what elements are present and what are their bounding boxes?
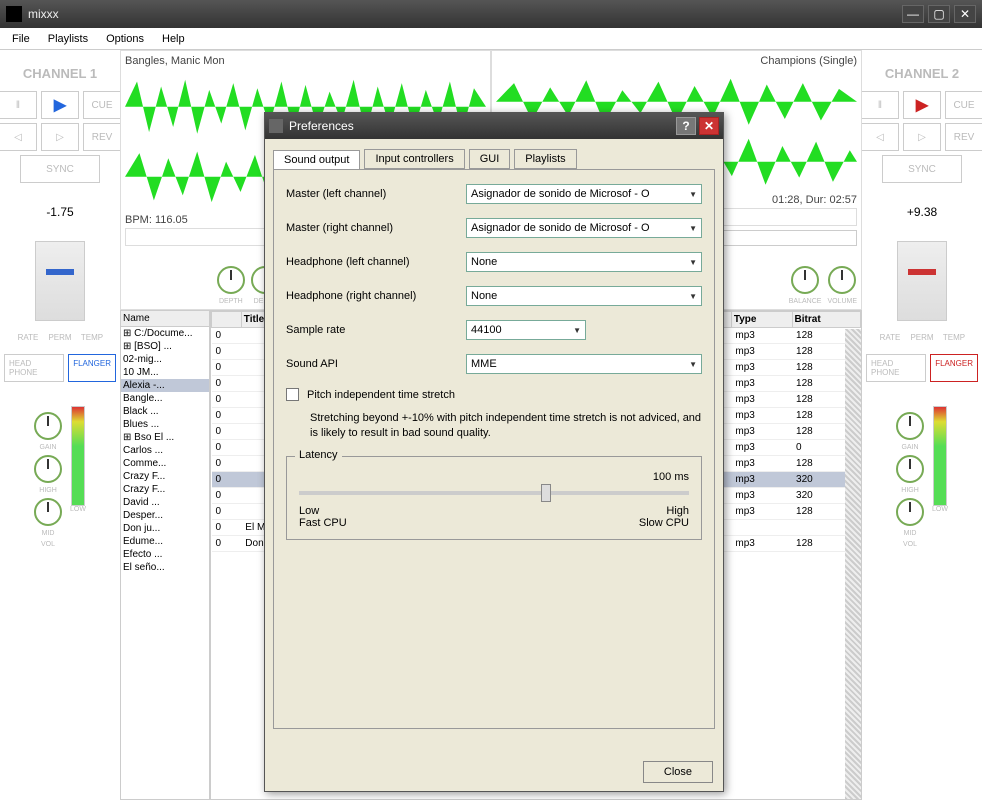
latency-slider-thumb[interactable] bbox=[541, 484, 551, 502]
dialog-icon bbox=[269, 119, 283, 133]
tab-input-controllers[interactable]: Input controllers bbox=[364, 149, 464, 169]
menu-options[interactable]: Options bbox=[98, 31, 152, 47]
headphone-left-label: Headphone (left channel) bbox=[286, 256, 466, 268]
chevron-down-icon: ▼ bbox=[573, 326, 581, 335]
chevron-down-icon: ▼ bbox=[689, 258, 697, 267]
close-window-button[interactable]: ✕ bbox=[954, 5, 976, 23]
headphone-right-label: Headphone (right channel) bbox=[286, 290, 466, 302]
headphone-left-select[interactable]: None▼ bbox=[466, 252, 702, 272]
master-left-select[interactable]: Asignador de sonido de Microsof - O▼ bbox=[466, 184, 702, 204]
minimize-button[interactable]: — bbox=[902, 5, 924, 23]
window-titlebar: mixxx — ▢ ✕ bbox=[0, 0, 982, 28]
menu-help[interactable]: Help bbox=[154, 31, 193, 47]
dialog-tabs: Sound output Input controllers GUI Playl… bbox=[273, 149, 715, 169]
dialog-close-button[interactable]: Close bbox=[643, 761, 713, 783]
dialog-close-x-button[interactable]: ✕ bbox=[699, 117, 719, 135]
pitch-stretch-advice: Stretching beyond +-10% with pitch indep… bbox=[310, 411, 702, 442]
sample-rate-label: Sample rate bbox=[286, 324, 466, 336]
tab-gui[interactable]: GUI bbox=[469, 149, 511, 169]
pitch-stretch-checkbox[interactable] bbox=[286, 388, 299, 401]
chevron-down-icon: ▼ bbox=[689, 224, 697, 233]
tab-playlists[interactable]: Playlists bbox=[514, 149, 576, 169]
master-right-label: Master (right channel) bbox=[286, 222, 466, 234]
dialog-titlebar[interactable]: Preferences ? ✕ bbox=[265, 113, 723, 139]
headphone-right-select[interactable]: None▼ bbox=[466, 286, 702, 306]
tab-sound-output[interactable]: Sound output bbox=[273, 150, 360, 170]
chevron-down-icon: ▼ bbox=[689, 360, 697, 369]
sound-api-select[interactable]: MME▼ bbox=[466, 354, 702, 374]
latency-slider[interactable] bbox=[299, 491, 689, 495]
preferences-dialog: Preferences ? ✕ Sound output Input contr… bbox=[264, 112, 724, 792]
sample-rate-select[interactable]: 44100▼ bbox=[466, 320, 586, 340]
chevron-down-icon: ▼ bbox=[689, 292, 697, 301]
menu-playlists[interactable]: Playlists bbox=[40, 31, 96, 47]
latency-value: 100 ms bbox=[299, 471, 689, 483]
menu-bar: File Playlists Options Help bbox=[0, 28, 982, 50]
dialog-title: Preferences bbox=[289, 119, 354, 133]
menu-file[interactable]: File bbox=[4, 31, 38, 47]
latency-group: Latency 100 ms LowFast CPU HighSlow CPU bbox=[286, 456, 702, 540]
dialog-help-button[interactable]: ? bbox=[676, 117, 696, 135]
master-left-label: Master (left channel) bbox=[286, 188, 466, 200]
latency-legend: Latency bbox=[295, 449, 342, 461]
sound-api-label: Sound API bbox=[286, 358, 466, 370]
master-right-select[interactable]: Asignador de sonido de Microsof - O▼ bbox=[466, 218, 702, 238]
app-icon bbox=[6, 6, 22, 22]
window-title: mixxx bbox=[28, 7, 902, 21]
maximize-button[interactable]: ▢ bbox=[928, 5, 950, 23]
chevron-down-icon: ▼ bbox=[689, 190, 697, 199]
pitch-stretch-label: Pitch independent time stretch bbox=[307, 389, 455, 401]
